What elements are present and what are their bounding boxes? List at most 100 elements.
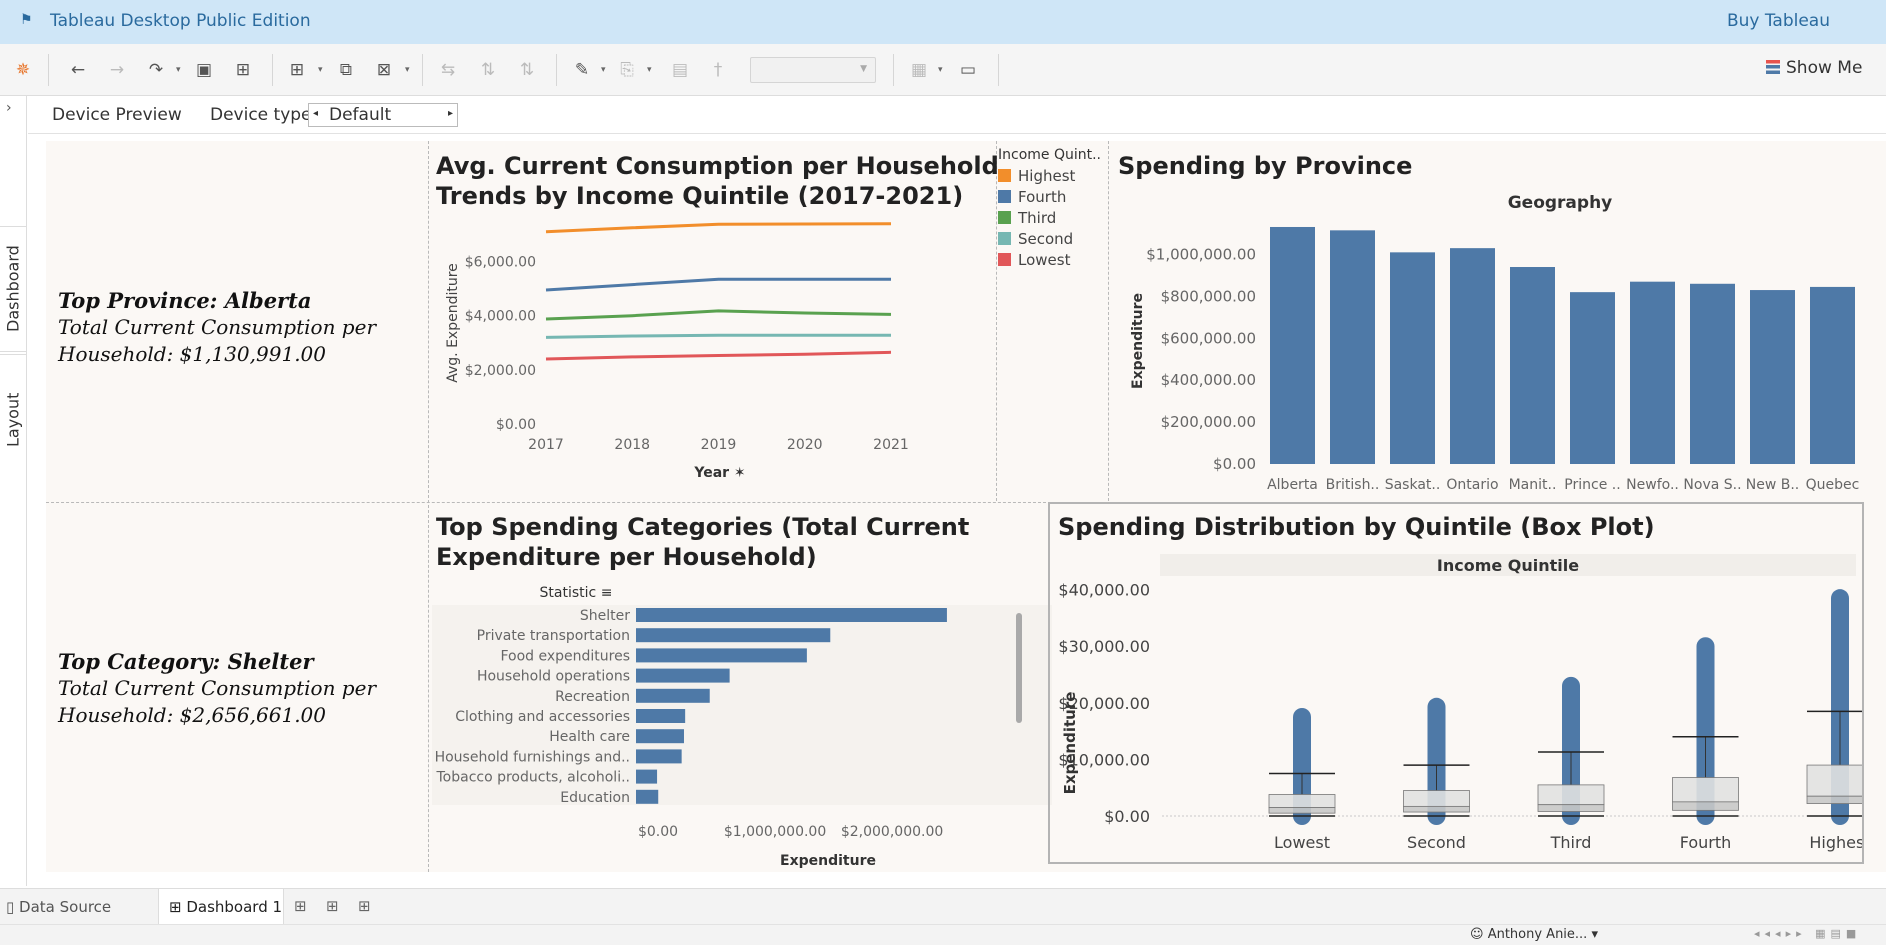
chevron-down-icon: ▼ — [860, 64, 867, 74]
bar-0 — [636, 608, 947, 622]
box-plot-chart[interactable]: Income Quintile$0.00$10,000.00$20,000.00… — [1050, 546, 1862, 862]
group-icon[interactable]: ⎘ — [615, 58, 639, 82]
box-upper-0 — [1268, 794, 1336, 808]
new-dashboard-icon[interactable]: ⊞ — [326, 897, 339, 915]
legend-item[interactable]: Third — [998, 207, 1108, 228]
y-tick-label: $2,000.00 — [465, 363, 536, 379]
chevron-down-icon[interactable]: ▾ — [647, 65, 652, 75]
chart-header: Income Quintile — [1437, 556, 1579, 575]
scrollbar-thumb — [1016, 613, 1022, 723]
legend-item[interactable]: Lowest — [998, 249, 1108, 270]
device-type-value: Default — [329, 105, 392, 125]
clear-sheet-icon[interactable]: ⊠ — [372, 58, 396, 82]
box-upper-2 — [1537, 784, 1605, 806]
chevron-right-icon[interactable]: ▸ — [448, 108, 453, 119]
y-tick-label: Tobacco products, alcoholi.. — [435, 770, 630, 786]
x-tick-label: Saskat.. — [1385, 477, 1441, 493]
show-me-button[interactable]: Show Me — [1766, 58, 1862, 78]
legend-item[interactable]: Highest — [998, 165, 1108, 186]
swap-icon[interactable]: ⇆ — [436, 58, 460, 82]
duplicate-icon[interactable]: ⧉ — [334, 58, 358, 82]
line-chart-title: Avg. Current Consumption per Household T… — [436, 151, 999, 211]
line-chart-title-line2: Trends by Income Quintile (2017-2021) — [436, 182, 964, 210]
legend-title: Income Quint.. — [998, 147, 1102, 163]
sheet-navigation[interactable]: ◂◂◂▸▸ ▦▤■ — [1754, 927, 1861, 940]
y-tick-label: $400,000.00 — [1161, 371, 1256, 389]
sort-ascending-icon[interactable]: ⇅ — [476, 58, 500, 82]
undo-icon[interactable]: ← — [66, 58, 90, 82]
divider — [1108, 141, 1109, 501]
x-axis-label: Year ✶ — [693, 465, 745, 481]
x-tick-label: 2019 — [701, 437, 737, 453]
sheet-tab-bar: ▯ Data Source ⊞ Dashboard 1 ⊞ ⊞ ⊞ — [0, 888, 1886, 925]
fit-dropdown[interactable]: ▼ — [750, 57, 876, 83]
sort-descending-icon[interactable]: ⇅ — [515, 58, 539, 82]
chevron-down-icon[interactable]: ▾ — [601, 65, 606, 75]
pin-icon[interactable]: † — [706, 58, 730, 82]
legend-item[interactable]: Second — [998, 228, 1108, 249]
title-bar: ⚑ Tableau Desktop Public Edition Buy Tab… — [0, 0, 1886, 44]
expand-icon[interactable]: › — [6, 100, 12, 116]
tableau-icon[interactable]: ✵ — [11, 58, 35, 82]
show-cards-icon[interactable]: ▦ — [907, 58, 931, 82]
y-tick-label: Private transportation — [477, 628, 630, 644]
tableau-logo-icon: ⚑ — [20, 12, 33, 28]
x-tick-label: 2021 — [873, 437, 909, 453]
chevron-down-icon[interactable]: ▾ — [938, 65, 943, 75]
x-tick-label: Prince .. — [1564, 477, 1620, 493]
category-chart-title-line2: Expenditure per Household) — [436, 543, 817, 571]
presentation-icon[interactable]: ▭ — [956, 58, 980, 82]
x-tick-label: $0.00 — [638, 824, 678, 840]
y-tick-label: $0.00 — [1104, 807, 1150, 826]
user-menu[interactable]: ☺ Anthony Anie... ▾ — [1470, 927, 1598, 942]
save-icon[interactable]: ▣ — [192, 58, 216, 82]
new-worksheet-icon[interactable]: ⊞ — [285, 58, 309, 82]
legend[interactable]: Income Quint.. Highest Fourth Third Seco… — [998, 147, 1108, 270]
chevron-down-icon[interactable]: ▾ — [405, 65, 410, 75]
legend-swatch — [998, 211, 1011, 224]
chevron-left-icon[interactable]: ◂ — [313, 108, 318, 119]
category-bar-chart[interactable]: Statistic ≡ Shelter Private transportation… — [432, 579, 1052, 871]
dashboard-canvas: Top Province: Alberta Total Current Cons… — [28, 135, 1886, 887]
x-tick-label: Nova S.. — [1683, 477, 1741, 493]
side-rail: › Dashboard Layout — [0, 96, 27, 886]
chevron-down-icon[interactable]: ▾ — [176, 65, 181, 75]
replay-icon[interactable]: ↷ — [144, 58, 168, 82]
device-preview-button[interactable]: Device Preview — [52, 105, 182, 125]
x-tick-label: Highest — [1809, 833, 1862, 852]
tab-dashboard-label: Dashboard 1 — [186, 898, 283, 916]
tab-layout[interactable]: Layout — [0, 354, 26, 484]
chevron-down-icon[interactable]: ▾ — [318, 65, 323, 75]
bar-5 — [1570, 292, 1615, 464]
box-lower-3 — [1672, 801, 1739, 811]
province-bar-chart[interactable]: Geography $0.00 $200,000.00 $400,000.00 $600… — [1118, 181, 1886, 503]
box-upper-4 — [1806, 764, 1862, 797]
line-chart[interactable]: $0.00 $2,000.00 $4,000.00 $6,000.00 2017 2018… — [436, 211, 996, 501]
new-worksheet-icon[interactable]: ⊞ — [294, 897, 307, 915]
legend-item[interactable]: Fourth — [998, 186, 1108, 207]
new-data-source-icon[interactable]: ⊞ — [231, 58, 255, 82]
y-axis-label: Expenditure — [1130, 293, 1146, 389]
legend-label: Highest — [1018, 166, 1076, 185]
x-tick-label: Ontario — [1446, 477, 1498, 493]
kpi-province-line1: Total Current Consumption per — [58, 315, 377, 339]
tab-dashboard[interactable]: Dashboard — [0, 226, 26, 352]
user-name: Anthony Anie... — [1487, 927, 1588, 942]
labels-icon[interactable]: ▤ — [668, 58, 692, 82]
legend-label: Third — [1018, 208, 1057, 227]
toolbar: ✵ ← → ↷ ▾ ▣ ⊞ ⊞ ▾ ⧉ ⊠ ▾ ⇆ ⇅ ⇅ ✎ ▾ ⎘ ▾ ▤ … — [0, 44, 1886, 96]
tab-dashboard-1[interactable]: ⊞ Dashboard 1 — [158, 889, 284, 925]
tab-data-source[interactable]: ▯ Data Source — [6, 898, 111, 916]
redo-icon[interactable]: → — [105, 58, 129, 82]
bar-4 — [1510, 267, 1555, 464]
x-tick-label: British.. — [1326, 477, 1380, 493]
new-story-icon[interactable]: ⊞ — [358, 897, 371, 915]
y-tick-label: $1,000,000.00 — [1146, 245, 1256, 263]
kpi-top-category: Top Category: Shelter Total Current Cons… — [58, 648, 376, 729]
series-line-lowest — [545, 350, 892, 361]
device-type-select[interactable]: ◂ Default ▸ — [308, 103, 458, 127]
y-tick-label: $600,000.00 — [1161, 329, 1256, 347]
highlight-icon[interactable]: ✎ — [570, 58, 594, 82]
dashboard: Top Province: Alberta Total Current Cons… — [46, 141, 1886, 872]
buy-tableau-link[interactable]: Buy Tableau — [1727, 11, 1830, 31]
